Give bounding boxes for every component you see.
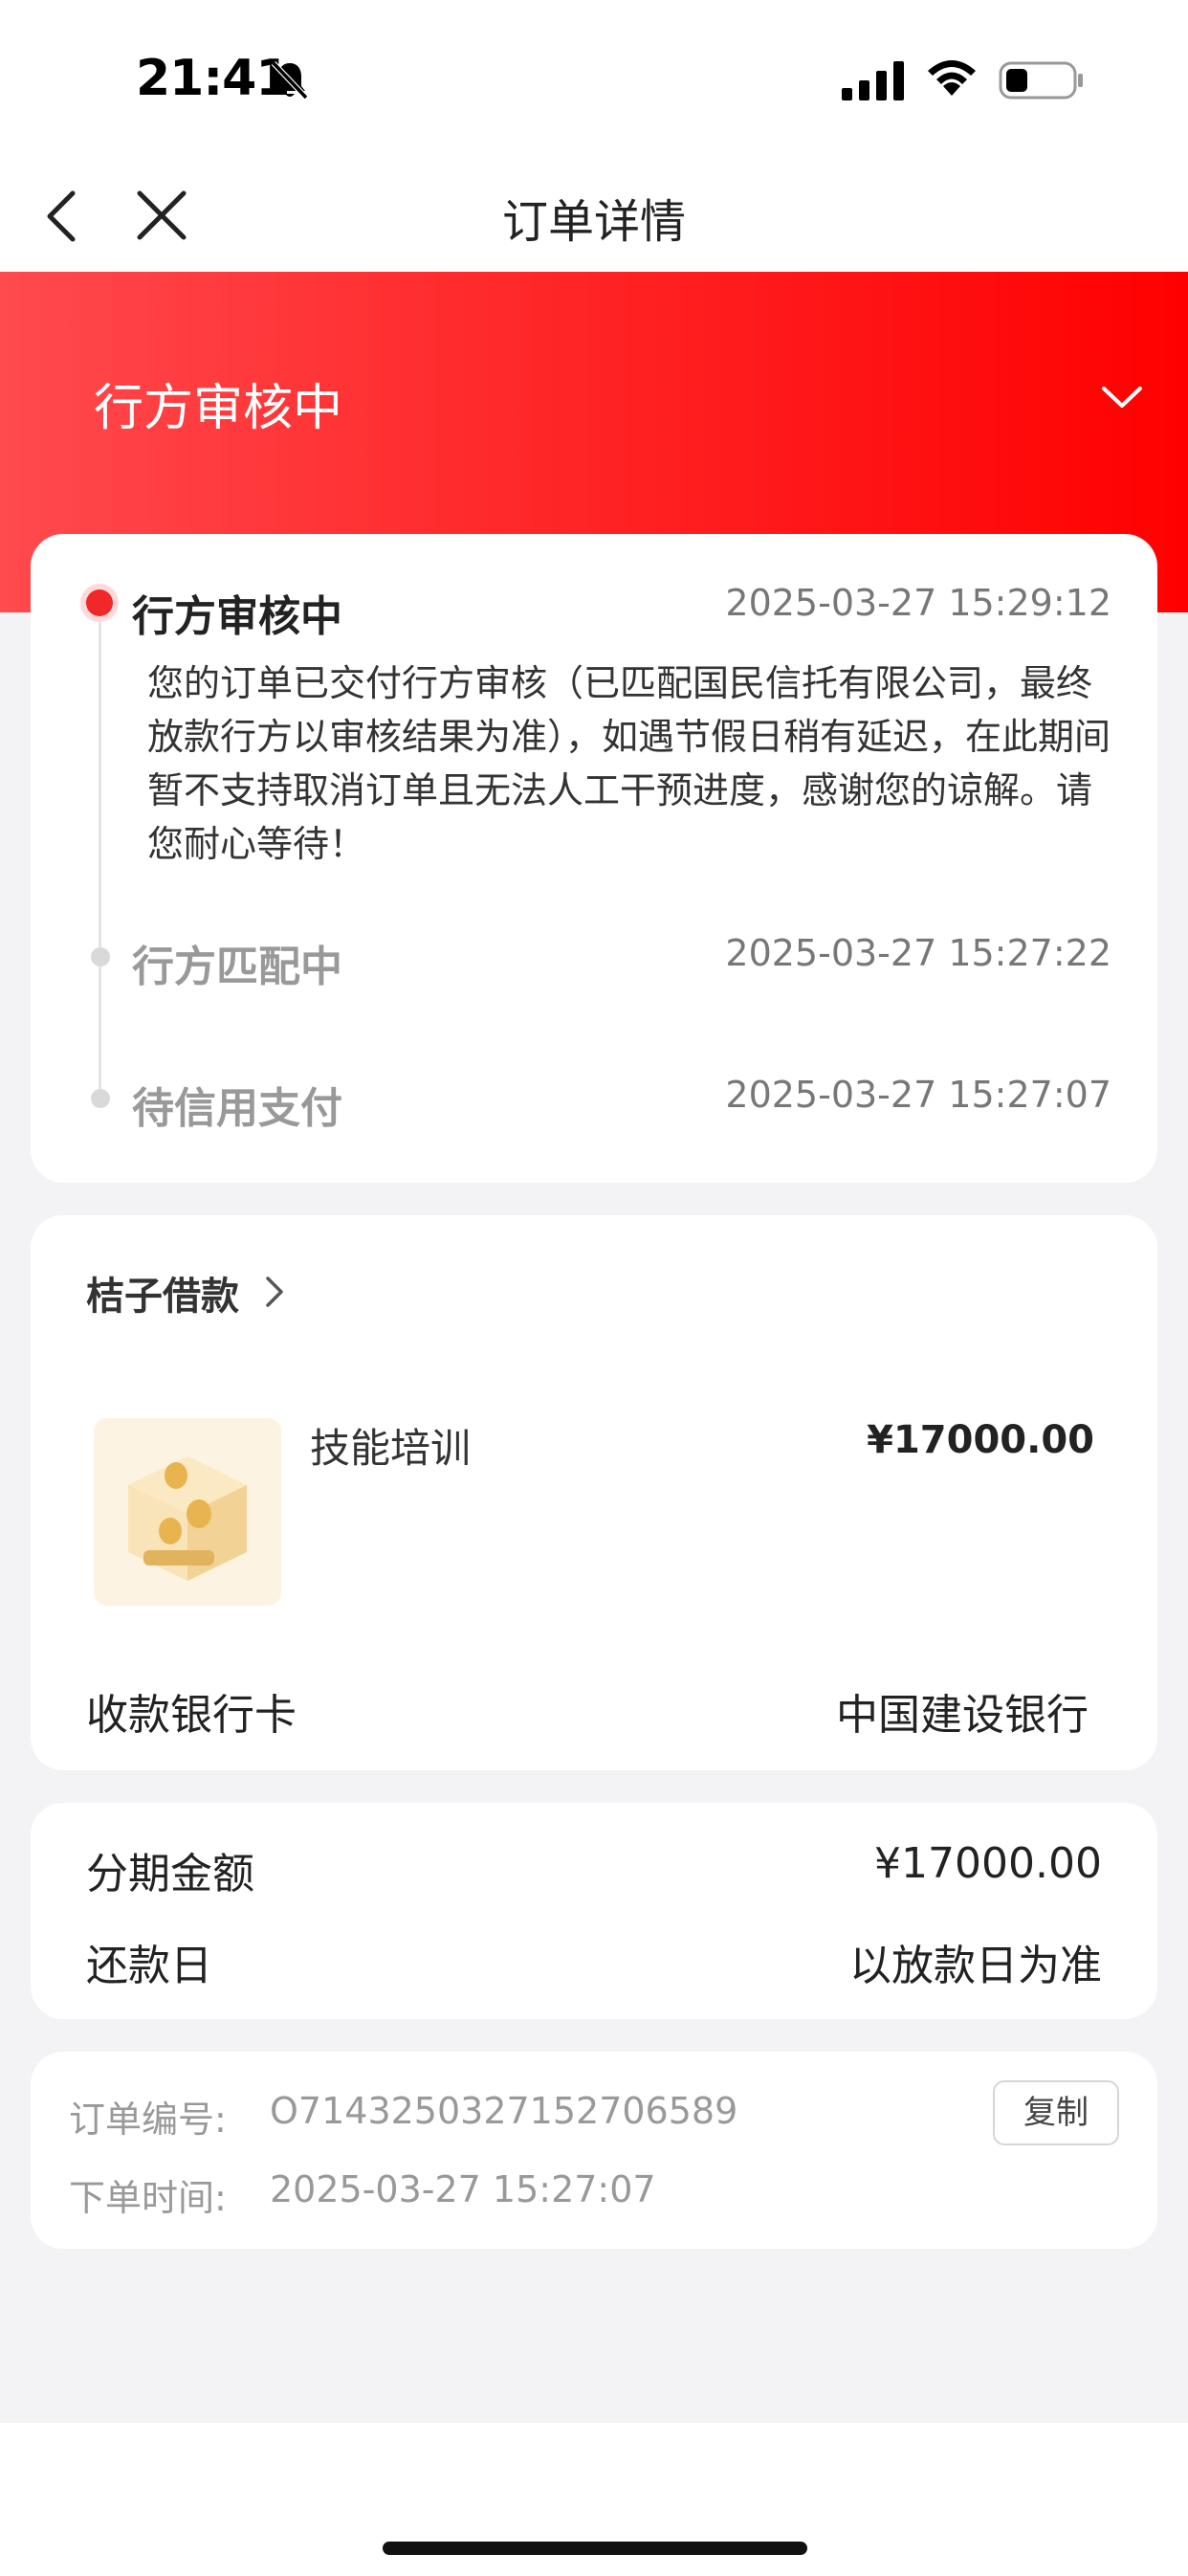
repayment-day-value: 以放款日为准 bbox=[849, 1942, 1102, 1990]
product-price: ¥17000.00 bbox=[867, 1418, 1094, 1462]
bell-muted-icon bbox=[271, 60, 309, 100]
chevron-down-icon[interactable] bbox=[1100, 383, 1144, 411]
repayment-day-label: 还款日 bbox=[86, 1942, 212, 1990]
bank-card-value: 中国建设银行 bbox=[836, 1691, 1089, 1740]
timeline-line bbox=[99, 601, 101, 1099]
timeline-step-title: 行方匹配中 bbox=[132, 943, 342, 991]
timeline-dot-active bbox=[80, 584, 119, 622]
merchant-link[interactable]: 桔子借款 bbox=[86, 1265, 239, 1321]
order-time-label: 下单时间: bbox=[69, 2177, 227, 2219]
product-name: 技能培训 bbox=[310, 1425, 472, 1472]
timeline-step-time: 2025-03-27 15:27:07 bbox=[725, 1074, 1111, 1116]
chevron-right-icon[interactable] bbox=[260, 1273, 289, 1311]
home-indicator[interactable] bbox=[383, 2542, 807, 2555]
installment-amount-value: ¥17000.00 bbox=[874, 1839, 1102, 1888]
timeline-step-time: 2025-03-27 15:27:22 bbox=[725, 932, 1111, 974]
product-thumbnail bbox=[94, 1418, 281, 1606]
timeline-step-title: 行方审核中 bbox=[132, 592, 342, 641]
installment-amount-label: 分期金额 bbox=[86, 1850, 254, 1899]
coin-box-icon bbox=[128, 1456, 247, 1581]
timeline-step-description: 您的订单已交付行方审核（已匹配国民信托有限公司，最终放款行方以审核结果为准），如… bbox=[147, 662, 1111, 865]
timeline-dot bbox=[91, 1089, 110, 1108]
status-header-title: 行方审核中 bbox=[94, 380, 343, 437]
progress-timeline-card: 行方审核中 2025-03-27 15:29:12 您的订单已交付行方审核（已匹… bbox=[31, 534, 1157, 1183]
wifi-icon bbox=[928, 60, 976, 96]
product-card: 桔子借款 技能培训 ¥17000.00 收款银行卡 中国建设银行 bbox=[31, 1215, 1157, 1770]
timeline-dot bbox=[91, 947, 110, 966]
order-time-value: 2025-03-27 15:27:07 bbox=[270, 2168, 656, 2210]
battery-icon bbox=[999, 61, 1083, 100]
copy-button[interactable]: 复制 bbox=[993, 2080, 1119, 2145]
nav-bar: 订单详情 bbox=[0, 163, 1188, 272]
installment-card: 分期金额 ¥17000.00 还款日 以放款日为准 bbox=[31, 1803, 1157, 2019]
order-number-value: O7143250327152706589 bbox=[270, 2090, 738, 2132]
status-time: 21:41 bbox=[136, 50, 291, 107]
status-bar: 21:41 bbox=[0, 0, 1188, 163]
cellular-signal-icon bbox=[842, 61, 904, 100]
timeline-step-title: 待信用支付 bbox=[132, 1084, 342, 1133]
timeline-step-time: 2025-03-27 15:29:12 bbox=[725, 582, 1111, 624]
order-number-label: 订单编号: bbox=[69, 2099, 227, 2141]
page-title: 订单详情 bbox=[501, 195, 686, 249]
order-info-card: 订单编号: O7143250327152706589 复制 下单时间: 2025… bbox=[31, 2052, 1157, 2249]
bank-card-label: 收款银行卡 bbox=[86, 1691, 297, 1740]
